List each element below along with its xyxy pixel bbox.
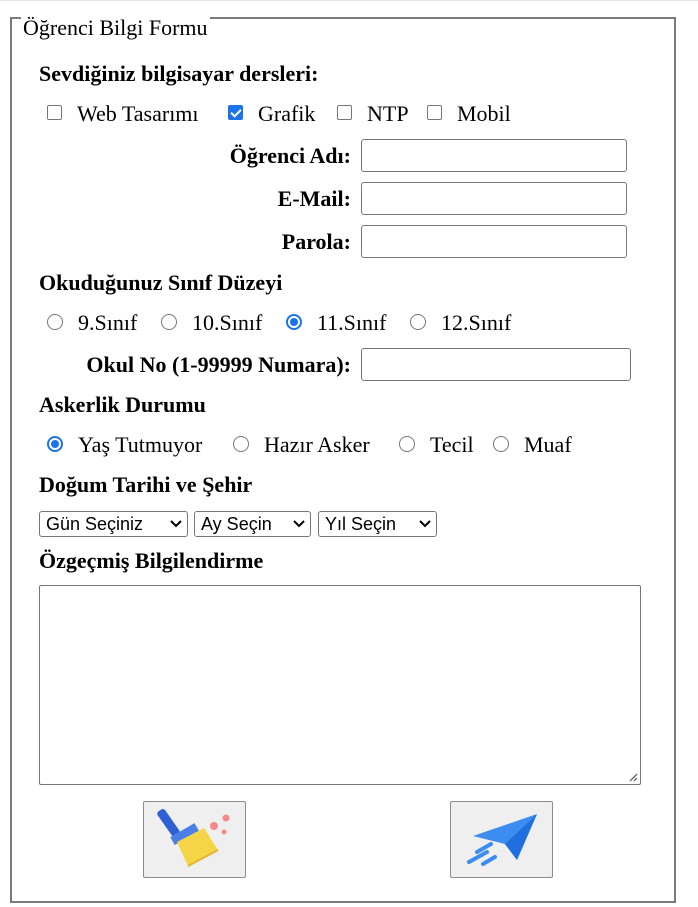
- label-ntp[interactable]: NTP: [367, 101, 409, 127]
- password-label: Parola:: [281, 229, 351, 254]
- radio-grade-12[interactable]: [410, 314, 426, 330]
- label-grade-11[interactable]: 11.Sınıf: [317, 310, 386, 336]
- broom-icon: [157, 809, 230, 867]
- day-select[interactable]: Gün Seçiniz: [39, 511, 188, 537]
- label-mobil[interactable]: Mobil: [457, 101, 511, 127]
- form-legend: Öğrenci Bilgi Formu: [21, 15, 210, 41]
- radio-hazir-asker[interactable]: [233, 436, 249, 452]
- radio-yas-tutmuyor[interactable]: [47, 436, 63, 452]
- label-muaf[interactable]: Muaf: [524, 432, 572, 458]
- year-select-value: Yıl Seçin: [325, 514, 397, 534]
- bio-textarea[interactable]: [39, 585, 641, 785]
- checkbox-web-tasarimi[interactable]: [47, 105, 62, 120]
- chevron-down-icon: [293, 520, 305, 528]
- month-select[interactable]: Ay Seçin: [194, 511, 311, 537]
- email-input[interactable]: [361, 182, 627, 215]
- radio-grade-9[interactable]: [47, 314, 63, 330]
- password-input[interactable]: [361, 225, 627, 258]
- label-tecil[interactable]: Tecil: [430, 432, 474, 458]
- label-grade-12[interactable]: 12.Sınıf: [441, 310, 511, 336]
- label-grafik[interactable]: Grafik: [258, 101, 315, 127]
- radio-tecil[interactable]: [399, 436, 415, 452]
- military-heading: Askerlik Durumu: [39, 392, 206, 417]
- submit-button[interactable]: [450, 801, 553, 878]
- label-web-tasarimi[interactable]: Web Tasarımı: [77, 101, 199, 127]
- radio-grade-11[interactable]: [286, 314, 302, 330]
- resize-grip-icon[interactable]: [628, 772, 638, 782]
- radio-muaf[interactable]: [493, 436, 509, 452]
- checkbox-mobil[interactable]: [427, 105, 442, 120]
- radio-grade-10[interactable]: [161, 314, 177, 330]
- checkbox-grafik[interactable]: [228, 105, 243, 120]
- label-grade-10[interactable]: 10.Sınıf: [192, 310, 262, 336]
- chevron-down-icon: [170, 520, 182, 528]
- birth-heading: Doğum Tarihi ve Şehir: [39, 472, 253, 497]
- courses-heading: Sevdiğiniz bilgisayar dersleri:: [39, 61, 319, 86]
- school-no-input[interactable]: [361, 348, 631, 381]
- name-label: Öğrenci Adı:: [229, 143, 351, 168]
- checkbox-ntp[interactable]: [337, 105, 352, 120]
- label-hazir-asker[interactable]: Hazır Asker: [264, 432, 370, 458]
- day-select-value: Gün Seçiniz: [46, 514, 144, 534]
- year-select[interactable]: Yıl Seçin: [318, 511, 437, 537]
- label-grade-9[interactable]: 9.Sınıf: [78, 310, 137, 336]
- reset-button[interactable]: [143, 801, 246, 878]
- top-divider: [0, 0, 698, 1]
- email-label: E-Mail:: [277, 186, 351, 211]
- bio-heading: Özgeçmiş Bilgilendirme: [39, 548, 264, 573]
- month-select-value: Ay Seçin: [201, 514, 272, 534]
- school-no-label: Okul No (1-99999 Numara):: [86, 352, 351, 377]
- chevron-down-icon: [419, 520, 431, 528]
- paper-plane-icon: [467, 814, 537, 866]
- grade-heading: Okuduğunuz Sınıf Düzeyi: [39, 270, 283, 295]
- label-yas-tutmuyor[interactable]: Yaş Tutmuyor: [78, 432, 202, 458]
- name-input[interactable]: [361, 139, 627, 172]
